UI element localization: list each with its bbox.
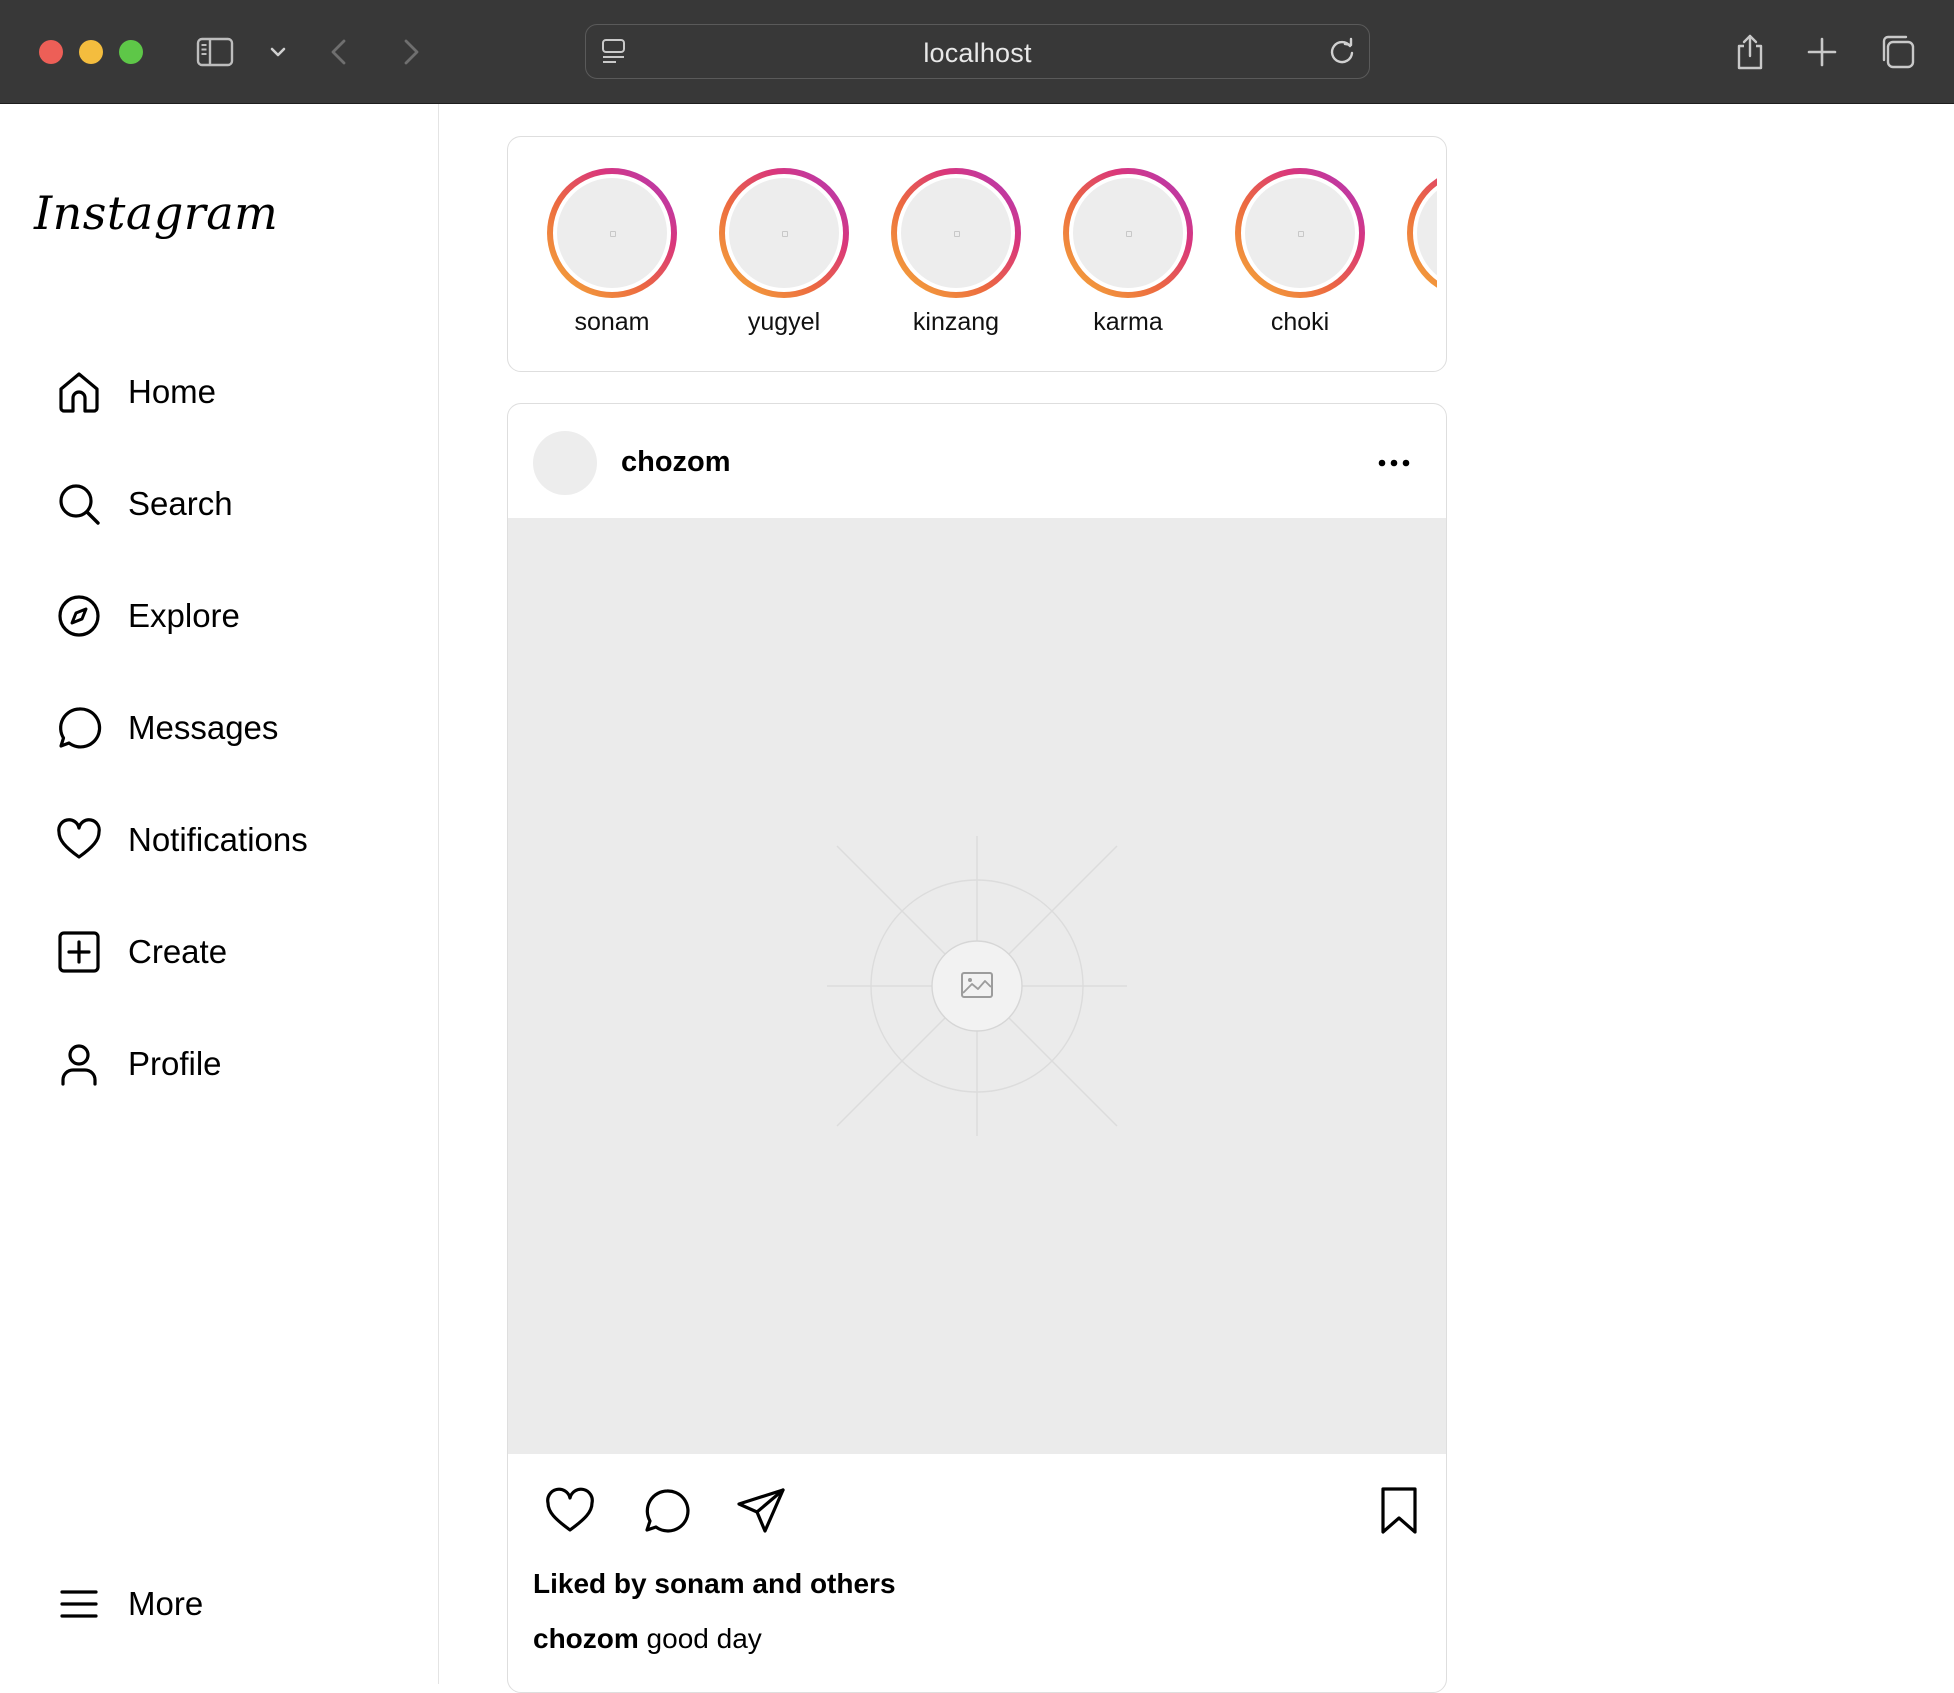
compass-icon xyxy=(58,595,100,637)
story-username: choki xyxy=(1270,308,1330,336)
story-item[interactable]: yugyel xyxy=(719,168,849,338)
sidebar-item-create[interactable]: Create xyxy=(55,922,415,982)
likes-summary[interactable]: Liked by sonam and others xyxy=(533,1568,896,1600)
story-username: sonam xyxy=(574,308,650,336)
story-username: yugyel xyxy=(747,308,821,336)
more-options-icon[interactable] xyxy=(1374,448,1414,478)
story-item[interactable]: kinzang xyxy=(891,168,1021,338)
sidebar: Instagram Home Search Explore Messages N… xyxy=(0,104,439,1684)
zoom-window-button[interactable] xyxy=(119,40,143,64)
caption-username[interactable]: chozom xyxy=(533,1623,639,1654)
message-bubble-icon xyxy=(59,707,102,749)
home-icon xyxy=(59,372,99,413)
post-image[interactable] xyxy=(508,518,1446,1454)
sidebar-item-explore[interactable]: Explore xyxy=(55,586,415,646)
sidebar-item-label: Search xyxy=(128,485,233,522)
reload-icon[interactable] xyxy=(1325,34,1359,68)
avatar xyxy=(1069,174,1187,292)
post-caption: chozom good day xyxy=(533,1623,762,1655)
search-icon xyxy=(59,484,100,525)
post-username[interactable]: chozom xyxy=(621,446,731,479)
sidebar-toggle-icon[interactable] xyxy=(195,32,235,72)
minimize-window-button[interactable] xyxy=(79,40,103,64)
url-text: localhost xyxy=(923,38,1032,68)
story-item-partial[interactable] xyxy=(1407,168,1437,338)
chevron-down-icon[interactable] xyxy=(258,32,298,72)
browser-toolbar: localhost xyxy=(0,0,1954,104)
like-heart-icon[interactable] xyxy=(543,1484,597,1538)
image-placeholder-icon xyxy=(827,836,1127,1136)
story-item[interactable]: sonam xyxy=(547,168,677,338)
sidebar-item-home[interactable]: Home xyxy=(55,362,415,422)
story-username: karma xyxy=(1093,308,1163,336)
avatar xyxy=(897,174,1015,292)
instagram-logo[interactable]: Instagram xyxy=(34,186,278,240)
caption-text: good day xyxy=(638,1623,762,1654)
sidebar-item-label: Notifications xyxy=(128,821,308,858)
share-paper-plane-icon[interactable] xyxy=(735,1484,789,1538)
heart-icon xyxy=(57,818,101,859)
sidebar-item-label: Messages xyxy=(128,709,279,746)
feed-post: chozom Liked by sonam and others chozom … xyxy=(507,403,1447,1693)
menu-icon xyxy=(60,1590,98,1618)
user-icon xyxy=(61,1044,97,1086)
back-arrow-icon[interactable] xyxy=(320,32,360,72)
tabs-overview-icon[interactable] xyxy=(1878,32,1918,72)
bookmark-icon[interactable] xyxy=(1372,1484,1426,1538)
sidebar-item-label: Home xyxy=(128,373,217,410)
sidebar-item-profile[interactable]: Profile xyxy=(55,1034,415,1094)
new-tab-icon[interactable] xyxy=(1802,32,1842,72)
sidebar-item-messages[interactable]: Messages xyxy=(55,698,415,758)
stories-tray: sonam yugyel kinzang karma choki xyxy=(507,136,1447,372)
story-item[interactable]: choki xyxy=(1235,168,1365,338)
sidebar-item-label: Explore xyxy=(128,597,240,634)
address-bar[interactable]: localhost xyxy=(585,24,1370,79)
sidebar-item-label: Create xyxy=(128,933,228,970)
sidebar-item-search[interactable]: Search xyxy=(55,474,415,534)
avatar xyxy=(725,174,843,292)
forward-arrow-icon[interactable] xyxy=(390,32,430,72)
avatar xyxy=(1413,174,1437,292)
share-icon[interactable] xyxy=(1730,32,1770,72)
story-username: kinzang xyxy=(912,308,1000,336)
close-window-button[interactable] xyxy=(39,40,63,64)
avatar xyxy=(553,174,671,292)
comment-bubble-icon[interactable] xyxy=(639,1484,693,1538)
sidebar-item-label: More xyxy=(128,1585,204,1622)
avatar xyxy=(1241,174,1359,292)
plus-square-icon xyxy=(58,931,100,973)
sidebar-item-more[interactable]: More xyxy=(55,1574,415,1634)
sidebar-item-label: Profile xyxy=(128,1045,222,1082)
story-item[interactable]: karma xyxy=(1063,168,1193,338)
avatar[interactable] xyxy=(533,431,597,495)
sidebar-item-notifications[interactable]: Notifications xyxy=(55,810,415,870)
